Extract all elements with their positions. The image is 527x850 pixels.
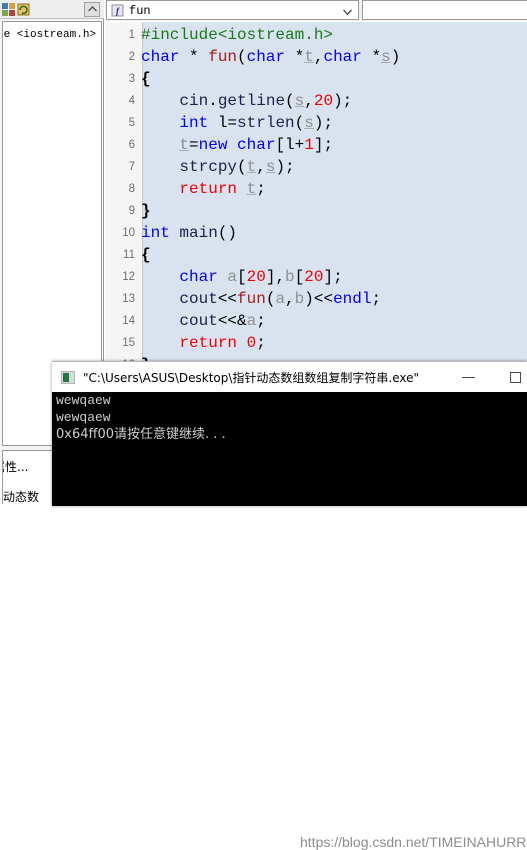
line-number: 11: [123, 249, 135, 261]
code-line[interactable]: 2 char * fun(char *t,char *s): [105, 46, 527, 68]
code-text: {: [141, 246, 151, 264]
project-name-label[interactable]: 针动态数: [3, 488, 39, 504]
code-line[interactable]: 6 t=new char[l+1];: [105, 134, 527, 156]
line-number: 15: [122, 337, 135, 349]
line-number: 12: [122, 271, 135, 283]
maximize-icon[interactable]: [494, 362, 527, 392]
console-output[interactable]: wewqaew wewqaew 0x64ff00请按任意键继续. . .: [52, 392, 527, 506]
line-number: 5: [128, 117, 135, 129]
tree-item-include[interactable]: de <iostream.h>: [3, 29, 96, 41]
editor-navigation-bar: f fun: [105, 0, 527, 21]
chevron-up-icon: [87, 6, 97, 12]
line-number: 9: [128, 205, 135, 217]
minimize-icon[interactable]: [446, 362, 491, 392]
code-line[interactable]: 3{: [105, 68, 527, 90]
code-text: return t;: [179, 180, 266, 198]
function-selector-combo[interactable]: f fun: [106, 0, 359, 20]
code-text: return 0;: [179, 334, 266, 352]
code-lines-container[interactable]: 1 #include<iostream.h> 2 char * fun(char *t…: [105, 22, 527, 370]
code-line[interactable]: 4 cin.getline(s,20);: [105, 90, 527, 112]
console-output-line: wewqaew: [56, 393, 111, 408]
line-number: 10: [122, 227, 135, 239]
line-number: 2: [128, 51, 135, 63]
function-icon: f: [111, 4, 124, 17]
code-text: }: [141, 202, 151, 220]
properties-label[interactable]: 属性...: [3, 458, 28, 475]
console-window[interactable]: "C:\Users\ASUS\Desktop\指针动态数组数组复制字符串.exe…: [52, 361, 527, 850]
line-number: 1: [128, 29, 135, 41]
console-title: "C:\Users\ASUS\Desktop\指针动态数组数组复制字符串.exe…: [83, 371, 420, 385]
code-text: #include<iostream.h>: [141, 26, 334, 44]
panel-collapse-button[interactable]: [84, 2, 100, 17]
line-number: 3: [128, 73, 135, 85]
class-view-icon[interactable]: [2, 3, 15, 16]
code-line[interactable]: 9}: [105, 200, 527, 222]
code-text: char a[20],b[20];: [179, 268, 343, 286]
code-line[interactable]: 5 int l=strlen(s);: [105, 112, 527, 134]
line-number: 14: [122, 315, 135, 327]
function-selector-value: fun: [129, 4, 151, 18]
watermark-text: https://blog.csdn.net/TIMEINAHURRY: [300, 834, 527, 850]
code-editor[interactable]: 1 #include<iostream.h> 2 char * fun(char *t…: [105, 22, 527, 370]
code-line[interactable]: 12 char a[20],b[20];: [105, 266, 527, 288]
line-number: 13: [122, 293, 135, 305]
scope-selector-combo[interactable]: [362, 0, 527, 20]
code-line[interactable]: 11 {: [105, 244, 527, 266]
code-line[interactable]: 13 cout<<fun(a,b)<<endl;: [105, 288, 527, 310]
line-number: 4: [128, 95, 135, 107]
left-panel-toolbar: [0, 0, 104, 19]
line-number: 8: [128, 183, 135, 195]
code-text: cout<<&a;: [179, 312, 266, 330]
chevron-down-icon[interactable]: [341, 6, 354, 16]
console-titlebar[interactable]: "C:\Users\ASUS\Desktop\指针动态数组数组复制字符串.exe…: [52, 361, 527, 392]
code-line[interactable]: 10 int main(): [105, 222, 527, 244]
code-text: t=new char[l+1];: [179, 136, 334, 154]
code-text: cin.getline(s,20);: [179, 92, 353, 110]
code-text: {: [141, 70, 151, 88]
code-line[interactable]: 7 strcpy(t,s);: [105, 156, 527, 178]
code-text: int l=strlen(s);: [179, 114, 334, 132]
code-text: strcpy(t,s);: [179, 158, 295, 176]
code-line[interactable]: 8 return t;: [105, 178, 527, 200]
console-output-line: 0x64ff00请按任意键继续. . .: [56, 427, 226, 442]
line-number: 7: [128, 161, 135, 173]
code-text: int main(): [141, 224, 238, 242]
code-line[interactable]: 15 return 0;: [105, 332, 527, 354]
code-line[interactable]: 1 #include<iostream.h>: [105, 24, 527, 46]
console-output-line: wewqaew: [56, 410, 111, 425]
console-app-icon: [61, 371, 75, 384]
refresh-icon[interactable]: [17, 3, 30, 16]
line-number: 6: [128, 139, 135, 151]
code-text: cout<<fun(a,b)<<endl;: [179, 290, 382, 308]
code-line[interactable]: 14 cout<<&a;: [105, 310, 527, 332]
code-text: char * fun(char *t,char *s): [141, 48, 401, 66]
